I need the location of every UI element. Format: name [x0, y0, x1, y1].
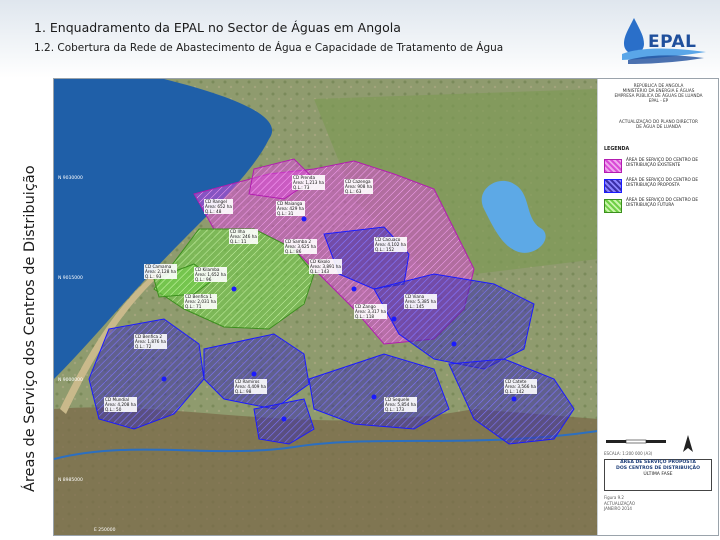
zone-label: CD Ilha Área: 246 ha Q.L.: 11 [229, 229, 258, 244]
map-title-box: ÁREA DE SERVIÇO PROPOSTA DOS CENTROS DE … [604, 459, 712, 491]
legend-panel: REPÚBLICA DE ANGOLA MINISTÉRIO DA ENERGI… [597, 79, 718, 535]
coord-label: N 9030000 [58, 175, 83, 181]
logo-text: EPAL [648, 32, 697, 52]
zone-label: CD Prenda Área: 1,213 ha Q.L.: 73 [292, 175, 325, 190]
scale-text: ESCALA: 1:200 000 (A3) [604, 451, 653, 456]
zone-label: CD Rangel Área: 652 ha Q.L.: 48 [204, 199, 233, 214]
zone-label: CD Catete Área: 3,566 ha Q.L.: 142 [504, 379, 537, 394]
page-subtitle: 1.2. Cobertura da Rede de Abastecimento … [34, 42, 504, 54]
zone-label: CD Zango Área: 3,317 ha Q.L.: 118 [354, 304, 387, 319]
satellite-map: N 9030000 N 9015000 N 9000000 N 8985000 … [54, 79, 598, 535]
legend-item-future: ÁREA DE SERVIÇO DO CENTRO DE DISTRIBUIÇÃ… [604, 197, 716, 217]
map-frame[interactable]: N 9030000 N 9015000 N 9000000 N 8985000 … [53, 78, 719, 536]
coord-label: N 9015000 [58, 275, 83, 281]
zone-label: CD Viana Área: 5,385 ha Q.L.: 145 [404, 294, 437, 309]
zone-label: CD Maianga Área: 429 ha Q.L.: 31 [276, 201, 305, 216]
epal-logo: EPAL [618, 14, 710, 68]
legend-swatch [604, 199, 622, 213]
legend-swatch [604, 159, 622, 173]
zone-label: CD Mundial Área: 4,208 ha Q.L.: 50 [104, 397, 137, 412]
page-title: 1. Enquadramento da EPAL no Sector de Ág… [34, 20, 401, 35]
side-label: Áreas de Serviço dos Centros de Distribu… [22, 165, 38, 492]
coord-label: N 9000000 [58, 377, 83, 383]
zone-label: CD Camama Área: 2,128 ha Q.L.: 93 [144, 264, 177, 279]
north-arrow-icon [683, 435, 693, 452]
zone-label: CD Ramiros Área: 4,409 ha Q.L.: 98 [234, 379, 267, 394]
zone-label: CD Sequele Área: 5,854 ha Q.L.: 173 [384, 397, 417, 412]
legend-item-existing: ÁREA DE SERVIÇO DO CENTRO DE DISTRIBUIÇÃ… [604, 157, 716, 177]
zone-label: CD Cacuaco Área: 4,102 ha Q.L.: 152 [374, 237, 407, 252]
legend-item-proposed: ÁREA DE SERVIÇO DO CENTRO DE DISTRIBUIÇÃ… [604, 177, 716, 197]
header-band [0, 0, 720, 78]
zone-label: CD Kikolo Área: 3,891 ha Q.L.: 143 [309, 259, 342, 274]
legend-title: LEGENDA [604, 147, 630, 152]
zone-label: CD Cazenga Área: 908 ha Q.L.: 63 [344, 179, 373, 194]
zone-label: CD Samba 2 Área: 3,625 ha Q.L.: 86 [284, 239, 317, 254]
legend-footer: Figura 9.2 ACTUALIZAÇÃO JANEIRO 2014 [604, 495, 635, 511]
legend-swatch [604, 179, 622, 193]
coord-label: N 8985000 [58, 477, 83, 483]
legend-project: ACTUALIZAÇÃO DO PLANO DIRECTOR DE ÁGUA D… [619, 119, 698, 129]
legend-header: REPÚBLICA DE ANGOLA MINISTÉRIO DA ENERGI… [614, 83, 703, 103]
coord-label: E 250000 [94, 527, 116, 533]
zone-label: CD Benfica 2 Área: 1,876 ha Q.L.: 72 [134, 334, 167, 349]
zone-label: CD Kilamba Área: 1,652 ha Q.L.: 96 [194, 267, 227, 282]
zone-label: CD Benfica 1 Área: 2,031 ha Q.L.: 71 [184, 294, 217, 309]
